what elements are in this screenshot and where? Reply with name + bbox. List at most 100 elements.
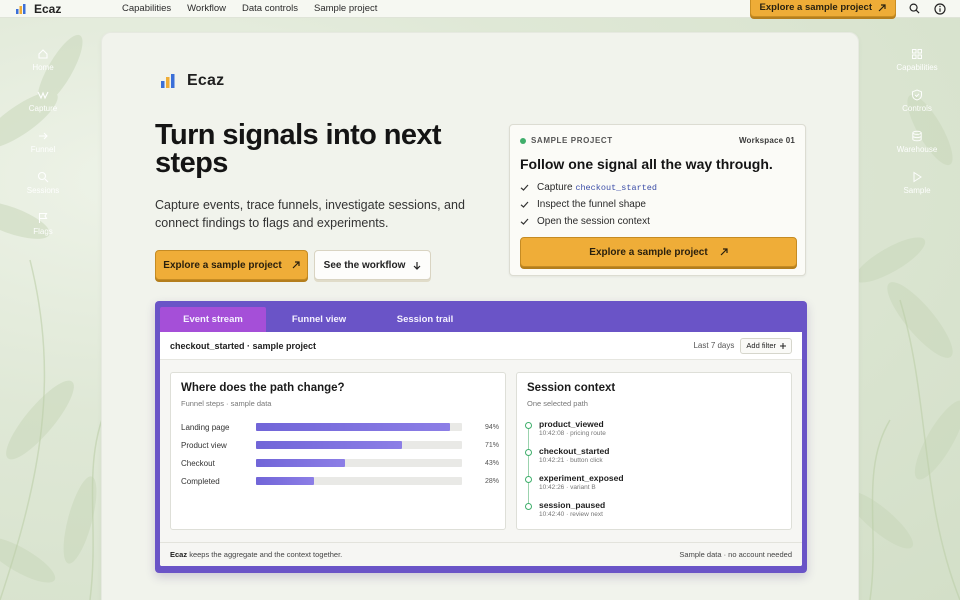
rail-item-warehouse[interactable]: Warehouse bbox=[897, 130, 937, 154]
nav-link-capabilities[interactable]: Capabilities bbox=[122, 3, 171, 14]
workspace-label: Workspace 01 bbox=[738, 136, 795, 145]
funnel-step: Landing page 94% bbox=[181, 418, 499, 436]
add-filter-button[interactable]: Add filter bbox=[740, 337, 792, 354]
right-rail: Capabilities Controls Warehouse Sample bbox=[894, 48, 940, 195]
nav-link-workflow[interactable]: Workflow bbox=[187, 3, 226, 14]
step-track bbox=[256, 441, 462, 449]
event-name: product_viewed bbox=[539, 419, 604, 429]
info-button[interactable] bbox=[932, 1, 948, 17]
sample-eyebrow: SAMPLE PROJECT bbox=[531, 136, 613, 145]
step-bar bbox=[256, 423, 450, 431]
top-actions: Explore a sample project bbox=[749, 0, 948, 17]
logo-icon bbox=[16, 3, 26, 14]
trail-event[interactable]: session_paused 10:42:40 · review next bbox=[525, 500, 624, 527]
step-bar bbox=[256, 459, 345, 467]
hero-title: Turn signals into next steps bbox=[155, 119, 442, 179]
capture-icon bbox=[37, 91, 49, 100]
step-percent: 71% bbox=[484, 441, 499, 449]
checklist-text: Inspect the funnel shape bbox=[537, 198, 646, 210]
app-header-title: checkout_started · sample project bbox=[170, 340, 317, 351]
app-preview: Event stream Funnel view Session trail c… bbox=[155, 301, 807, 573]
rail-label: Capabilities bbox=[896, 63, 938, 72]
trail-event[interactable]: checkout_started 10:42:21 · button click bbox=[525, 446, 624, 473]
rail-item-capture[interactable]: Capture bbox=[29, 89, 57, 113]
home-icon bbox=[38, 49, 48, 59]
rail-label: Home bbox=[32, 63, 54, 72]
app-footer: Ecaz keeps the aggregate and the context… bbox=[160, 542, 802, 566]
sample-explore-label: Explore a sample project bbox=[589, 246, 708, 258]
top-explore-button[interactable]: Explore a sample project bbox=[749, 0, 896, 17]
play-icon bbox=[913, 171, 922, 183]
left-rail: Home Capture Funnel Sessions Flags bbox=[24, 48, 62, 236]
hero-brand-name: Ecaz bbox=[187, 72, 225, 89]
arrow-up-right-icon bbox=[292, 261, 300, 269]
session-subtitle: One selected path bbox=[527, 399, 588, 408]
tab-funnel-view[interactable]: Funnel view bbox=[266, 307, 372, 332]
session-title: Session context bbox=[527, 382, 616, 394]
explore-sample-button[interactable]: Explore a sample project bbox=[155, 250, 308, 280]
step-percent: 28% bbox=[484, 477, 499, 485]
status-dot bbox=[520, 137, 526, 144]
footer-right: Sample data · no account needed bbox=[679, 550, 792, 559]
see-workflow-button[interactable]: See the workflow bbox=[314, 250, 431, 280]
step-percent: 94% bbox=[484, 423, 499, 431]
funnel-step: Checkout 43% bbox=[181, 454, 499, 472]
check-icon bbox=[520, 184, 529, 191]
checklist-item: Capture checkout_started bbox=[520, 181, 657, 193]
checklist-item: Open the session context bbox=[520, 215, 657, 227]
nav-link-sample-project[interactable]: Sample project bbox=[314, 3, 377, 14]
rail-label: Controls bbox=[902, 104, 932, 113]
date-range[interactable]: Last 7 days bbox=[693, 341, 734, 350]
rail-label: Sessions bbox=[26, 186, 60, 195]
brand[interactable]: Ecaz bbox=[16, 2, 122, 16]
event-meta: 10:42:08 · pricing route bbox=[539, 430, 606, 437]
top-explore-label: Explore a sample project bbox=[759, 2, 872, 13]
trail-event[interactable]: experiment_exposed 10:42:26 · variant B bbox=[525, 473, 624, 500]
funnel-subtitle: Funnel steps · sample data bbox=[181, 399, 272, 408]
explore-sample-label: Explore a sample project bbox=[163, 259, 282, 271]
event-code: checkout_started bbox=[575, 182, 657, 193]
trail-event[interactable]: product_viewed 10:42:08 · pricing route bbox=[525, 419, 624, 446]
sample-explore-button[interactable]: Explore a sample project bbox=[520, 237, 797, 267]
rail-item-funnel[interactable]: Funnel bbox=[31, 130, 55, 154]
sample-card-header: SAMPLE PROJECT Workspace 01 bbox=[520, 136, 795, 145]
arrow-down-icon bbox=[413, 261, 421, 270]
rail-item-flags[interactable]: Flags bbox=[33, 212, 53, 236]
step-percent: 43% bbox=[484, 459, 499, 467]
arrow-up-right-icon bbox=[720, 248, 728, 256]
app-tabs: Event stream Funnel view Session trail bbox=[160, 307, 478, 332]
step-track bbox=[256, 459, 462, 467]
step-track bbox=[256, 477, 462, 485]
step-label: Landing page bbox=[181, 422, 230, 432]
trail-node bbox=[525, 503, 532, 510]
event-name: checkout_started bbox=[539, 446, 610, 456]
search-icon bbox=[37, 171, 49, 183]
step-label: Product view bbox=[181, 440, 227, 450]
event-name: session_paused bbox=[539, 500, 606, 510]
rail-item-controls[interactable]: Controls bbox=[902, 89, 932, 113]
hero-logo: Ecaz bbox=[161, 72, 224, 90]
step-label: Completed bbox=[181, 476, 220, 486]
step-label: Checkout bbox=[181, 458, 215, 468]
step-track bbox=[256, 423, 462, 431]
rail-item-sessions[interactable]: Sessions bbox=[27, 171, 59, 195]
tab-event-stream[interactable]: Event stream bbox=[160, 307, 266, 332]
add-filter-label: Add filter bbox=[746, 341, 776, 350]
top-nav-links: Capabilities Workflow Data controls Samp… bbox=[122, 3, 377, 14]
footer-brand: Ecaz bbox=[170, 550, 188, 559]
search-button[interactable] bbox=[906, 1, 922, 17]
arrow-up-right-icon bbox=[878, 3, 886, 11]
rail-label: Flags bbox=[33, 227, 53, 236]
rail-item-capabilities[interactable]: Capabilities bbox=[896, 48, 938, 72]
check-icon bbox=[520, 218, 529, 225]
funnel-step: Completed 28% bbox=[181, 472, 499, 490]
sample-project-card: SAMPLE PROJECT Workspace 01 Follow one s… bbox=[509, 124, 806, 276]
funnel-bars: Landing page 94% Product view 71% Checko… bbox=[181, 418, 499, 490]
rail-item-home[interactable]: Home bbox=[32, 48, 54, 72]
tab-session-trail[interactable]: Session trail bbox=[372, 307, 478, 332]
rail-item-sample[interactable]: Sample bbox=[903, 171, 931, 195]
logo-icon bbox=[161, 74, 175, 88]
database-icon bbox=[912, 130, 922, 142]
funnel-step: Product view 71% bbox=[181, 436, 499, 454]
nav-link-data-controls[interactable]: Data controls bbox=[242, 3, 298, 14]
